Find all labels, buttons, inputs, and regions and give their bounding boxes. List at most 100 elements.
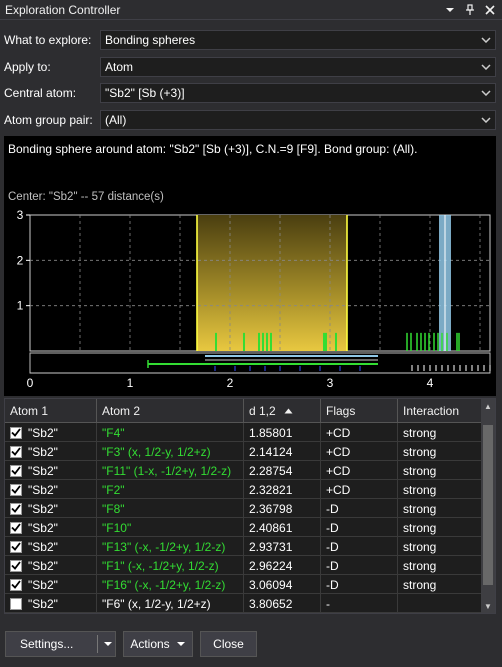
table-row[interactable]: "Sb2" "F13" (-x, -1/2+y, 1/2-z) 2.93731 -D s…: [5, 537, 481, 556]
table-header: Atom 1 Atom 2 d 1,2 Flags Interaction: [5, 399, 481, 423]
cell-interaction: strong: [403, 482, 437, 497]
what-to-explore-row: What to explore: Bonding spheres: [4, 30, 496, 50]
atom1-text: "Sb2": [28, 482, 58, 497]
chevron-down-icon[interactable]: [477, 111, 495, 129]
row-checkbox[interactable]: [10, 502, 22, 515]
table-row[interactable]: "Sb2" "F2" 2.32821 +CD strong: [5, 480, 481, 499]
table-row[interactable]: "Sb2" "F4" 1.85801 +CD strong: [5, 423, 481, 442]
row-checkbox[interactable]: [10, 559, 22, 572]
actions-dropdown-icon: [176, 641, 186, 647]
cell-distance: 2.36798: [244, 499, 321, 518]
column-header-atom1[interactable]: Atom 1: [5, 399, 97, 423]
table-row[interactable]: "Sb2" "F10" 2.40861 -D strong: [5, 518, 481, 537]
cell-flags: -: [321, 594, 398, 613]
actions-button[interactable]: Actions: [123, 631, 193, 657]
cell-atom2: "F8": [97, 499, 244, 518]
pin-icon[interactable]: [462, 2, 478, 18]
close-button[interactable]: Close: [200, 631, 257, 657]
cell-flags: +CD: [321, 461, 398, 480]
atom1-text: "Sb2": [28, 539, 58, 554]
cell-atom1: "Sb2": [5, 480, 97, 499]
row-checkbox[interactable]: [10, 578, 22, 591]
y-tick-label: 3: [17, 208, 24, 222]
column-header-interaction[interactable]: Interaction: [398, 399, 481, 423]
apply-to-dropdown[interactable]: Atom: [100, 57, 496, 77]
row-checkbox[interactable]: [10, 483, 22, 496]
window-title: Exploration Controller: [5, 2, 121, 17]
cell-flags: +CD: [321, 423, 398, 442]
table-row[interactable]: "Sb2" "F16" (-x, -1/2+y, 1/2-z) 3.06094 -D s…: [5, 575, 481, 594]
row-checkbox[interactable]: [10, 521, 22, 534]
row-checkbox[interactable]: [10, 540, 22, 553]
y-tick-label: 1: [17, 299, 24, 313]
row-checkbox[interactable]: [10, 464, 22, 477]
cell-distance: 2.93731: [244, 537, 321, 556]
cell-atom1: "Sb2": [5, 499, 97, 518]
scrollbar-thumb[interactable]: [483, 425, 493, 585]
cell-atom2: "F1" (-x, -1/2+y, 1/2-z): [97, 556, 244, 575]
table-row[interactable]: "Sb2" "F6" (x, 1/2-y, 1/2+z) 3.80652-: [5, 594, 481, 613]
table-row[interactable]: "Sb2" "F11" (1-x, -1/2+y, 1/2-z) 2.28754 +C…: [5, 461, 481, 480]
atom-group-pair-value: (All): [105, 113, 127, 127]
table-row[interactable]: "Sb2" "F1" (-x, -1/2+y, 1/2-z) 2.96224 -D st…: [5, 556, 481, 575]
cell-atom2: "F11" (1-x, -1/2+y, 1/2-z): [97, 461, 244, 480]
table-row[interactable]: "Sb2" "F3" (x, 1/2-y, 1/2+z) 2.14124 +CD str…: [5, 442, 481, 461]
chevron-down-icon[interactable]: [477, 58, 495, 76]
cell-interaction: strong: [403, 539, 437, 554]
settings-button[interactable]: Settings...: [5, 631, 116, 657]
cell-flags: +CD: [321, 442, 398, 461]
column-header-flags[interactable]: Flags: [321, 399, 398, 423]
cell-atom2: "F3" (x, 1/2-y, 1/2+z): [97, 442, 244, 461]
cell-interaction: strong: [403, 444, 437, 459]
column-header-atom2[interactable]: Atom 2: [97, 399, 244, 423]
atom-group-pair-label: Atom group pair:: [4, 113, 93, 127]
cell-distance: 3.06094: [244, 575, 321, 594]
cell-atom1: "Sb2": [5, 594, 97, 613]
what-to-explore-value: Bonding spheres: [105, 33, 196, 47]
atom1-text: "Sb2": [28, 444, 58, 459]
settings-dropdown-icon[interactable]: [103, 641, 113, 647]
central-atom-row: Central atom: "Sb2" [Sb (+3)]: [4, 83, 496, 103]
atom-group-pair-dropdown[interactable]: (All): [100, 110, 496, 130]
split-divider: [97, 635, 98, 653]
apply-to-label: Apply to:: [4, 60, 51, 74]
bond-table: Atom 1 Atom 2 d 1,2 Flags Interaction "S…: [4, 398, 496, 614]
chevron-down-icon[interactable]: [477, 84, 495, 102]
atom1-text: "Sb2": [28, 520, 58, 535]
cell-atom1: "Sb2": [5, 575, 97, 594]
dropdown-arrow-icon[interactable]: [442, 2, 458, 18]
cell-flags: -D: [321, 556, 398, 575]
scroll-down-icon[interactable]: ▼: [481, 599, 495, 613]
cell-interaction: strong: [403, 558, 437, 573]
cell-distance: 2.32821: [244, 480, 321, 499]
cell-atom1: "Sb2": [5, 423, 97, 442]
table-row[interactable]: "Sb2" "F8" 2.36798 -D strong: [5, 499, 481, 518]
cell-distance: 2.96224: [244, 556, 321, 575]
central-atom-dropdown[interactable]: "Sb2" [Sb (+3)]: [100, 83, 496, 103]
chevron-down-icon[interactable]: [477, 31, 495, 49]
y-tick-label: 2: [17, 253, 24, 267]
x-tick-label: 4: [427, 376, 434, 390]
atom1-text: "Sb2": [28, 558, 58, 573]
row-checkbox[interactable]: [10, 426, 22, 439]
cell-distance: 2.40861: [244, 518, 321, 537]
cell-flags: -D: [321, 499, 398, 518]
atom1-text: "Sb2": [28, 596, 58, 611]
vertical-scrollbar[interactable]: ▲ ▼: [481, 399, 495, 613]
cell-interaction: strong: [403, 425, 437, 440]
cell-distance: 2.14124: [244, 442, 321, 461]
cell-interaction: [398, 594, 481, 613]
cell-flags: -D: [321, 537, 398, 556]
x-tick-label: 1: [127, 376, 134, 390]
apply-to-row: Apply to: Atom: [4, 57, 496, 77]
close-icon[interactable]: [482, 2, 498, 18]
column-header-distance[interactable]: d 1,2: [244, 399, 321, 423]
what-to-explore-dropdown[interactable]: Bonding spheres: [100, 30, 496, 50]
central-atom-label: Central atom:: [4, 86, 77, 100]
row-checkbox[interactable]: [10, 445, 22, 458]
settings-button-label: Settings...: [20, 637, 74, 651]
scroll-up-icon[interactable]: ▲: [481, 399, 495, 413]
title-bar: Exploration Controller: [0, 0, 502, 20]
distance-chart[interactable]: 0 1 2 3 4 1 2 3: [4, 136, 496, 396]
row-checkbox[interactable]: [10, 597, 22, 610]
